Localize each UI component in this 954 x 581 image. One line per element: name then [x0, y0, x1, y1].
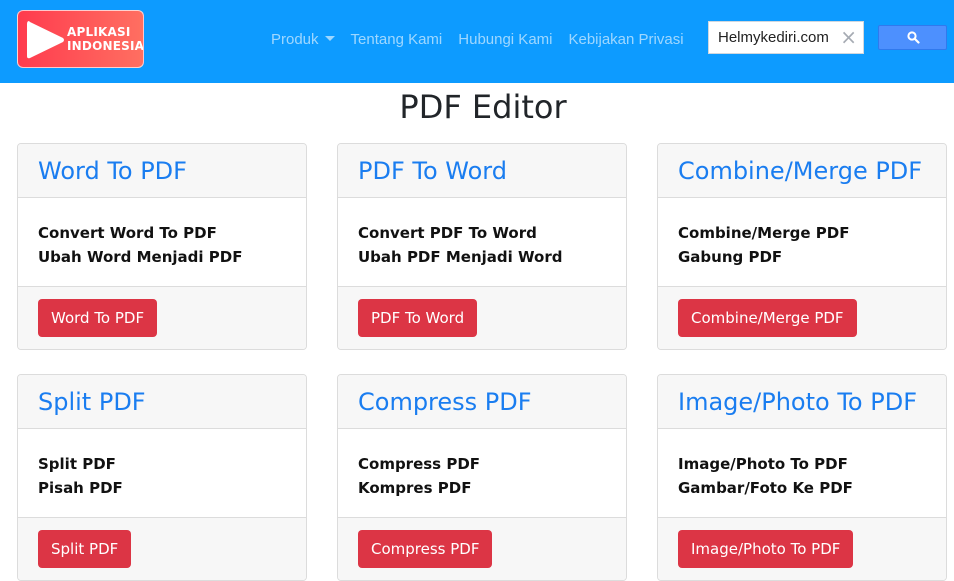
- card-description-line-1: Convert Word To PDF: [38, 224, 217, 242]
- card-title: Split PDF: [38, 388, 146, 416]
- card-header: Word To PDF: [18, 144, 306, 198]
- card-image-photo-to-pdf: Image/Photo To PDF Image/Photo To PDF Ga…: [657, 374, 947, 581]
- nav-item-produk[interactable]: Produk: [271, 31, 335, 48]
- nav-item-kebijakan-privasi[interactable]: Kebijakan Privasi: [568, 31, 683, 48]
- image-photo-to-pdf-button[interactable]: Image/Photo To PDF: [678, 530, 854, 568]
- card-description-line-2: Gabung PDF: [678, 248, 783, 266]
- card-title: Combine/Merge PDF: [678, 157, 923, 185]
- search-icon: [907, 31, 920, 44]
- card-description-line-2: Pisah PDF: [38, 479, 123, 497]
- card-description-line-2: Kompres PDF: [358, 479, 472, 497]
- nav-item-produk-label: Produk: [271, 31, 319, 48]
- card-header: Compress PDF: [338, 375, 626, 429]
- card-body: Convert PDF To Word Ubah PDF Menjadi Wor…: [338, 198, 626, 287]
- combine-merge-pdf-button[interactable]: Combine/Merge PDF: [678, 299, 857, 337]
- card-header: Split PDF: [18, 375, 306, 429]
- search-button[interactable]: [878, 25, 947, 50]
- card-header: Image/Photo To PDF: [658, 375, 946, 429]
- clear-icon[interactable]: ×: [840, 26, 857, 48]
- card-word-to-pdf: Word To PDF Convert Word To PDF Ubah Wor…: [17, 143, 307, 350]
- caret-down-icon: [324, 36, 335, 41]
- card-split-pdf: Split PDF Split PDF Pisah PDF Split PDF: [17, 374, 307, 581]
- card-header: Combine/Merge PDF: [658, 144, 946, 198]
- card-body: Split PDF Pisah PDF: [18, 429, 306, 518]
- card-title: Image/Photo To PDF: [678, 388, 917, 416]
- card-footer: Word To PDF: [18, 287, 306, 349]
- brand-name: APLIKASI INDONESIA: [67, 25, 144, 53]
- card-pdf-to-word: PDF To Word Convert PDF To Word Ubah PDF…: [337, 143, 627, 350]
- card-body: Combine/Merge PDF Gabung PDF: [658, 198, 946, 287]
- brand-line-2: INDONESIA: [67, 39, 144, 53]
- page-title: PDF Editor: [399, 88, 567, 126]
- card-title: PDF To Word: [358, 157, 507, 185]
- card-body: Convert Word To PDF Ubah Word Menjadi PD…: [18, 198, 306, 287]
- nav-links: Produk Tentang Kami Hubungi Kami Kebijak…: [271, 31, 700, 48]
- navbar: APLIKASI INDONESIA Produk Tentang Kami H…: [0, 0, 954, 83]
- card-body: Image/Photo To PDF Gambar/Foto Ke PDF: [658, 429, 946, 518]
- card-title: Compress PDF: [358, 388, 532, 416]
- word-to-pdf-button[interactable]: Word To PDF: [38, 299, 158, 337]
- card-footer: PDF To Word: [338, 287, 626, 349]
- search-box: ×: [708, 21, 864, 54]
- card-description-line-1: Combine/Merge PDF: [678, 224, 850, 242]
- card-footer: Combine/Merge PDF: [658, 287, 946, 349]
- card-footer: Split PDF: [18, 518, 306, 580]
- compress-pdf-button[interactable]: Compress PDF: [358, 530, 493, 568]
- card-description-line-2: Ubah Word Menjadi PDF: [38, 248, 243, 266]
- nav-item-hubungi-kami[interactable]: Hubungi Kami: [458, 31, 552, 48]
- split-pdf-button[interactable]: Split PDF: [38, 530, 132, 568]
- brand-logo[interactable]: APLIKASI INDONESIA: [17, 10, 144, 68]
- card-description-line-1: Split PDF: [38, 455, 116, 473]
- card-footer: Image/Photo To PDF: [658, 518, 946, 580]
- card-title: Word To PDF: [38, 157, 187, 185]
- card-description-line-1: Compress PDF: [358, 455, 481, 473]
- card-combine-merge-pdf: Combine/Merge PDF Combine/Merge PDF Gabu…: [657, 143, 947, 350]
- search-input[interactable]: [718, 22, 832, 53]
- play-icon: [27, 21, 64, 59]
- pdf-to-word-button[interactable]: PDF To Word: [358, 299, 478, 337]
- brand-line-1: APLIKASI: [67, 25, 131, 39]
- card-description-line-1: Convert PDF To Word: [358, 224, 537, 242]
- card-header: PDF To Word: [338, 144, 626, 198]
- card-compress-pdf: Compress PDF Compress PDF Kompres PDF Co…: [337, 374, 627, 581]
- card-description-line-1: Image/Photo To PDF: [678, 455, 848, 473]
- card-description-line-2: Gambar/Foto Ke PDF: [678, 479, 853, 497]
- card-body: Compress PDF Kompres PDF: [338, 429, 626, 518]
- nav-item-tentang-kami[interactable]: Tentang Kami: [351, 31, 443, 48]
- card-footer: Compress PDF: [338, 518, 626, 580]
- card-description-line-2: Ubah PDF Menjadi Word: [358, 248, 563, 266]
